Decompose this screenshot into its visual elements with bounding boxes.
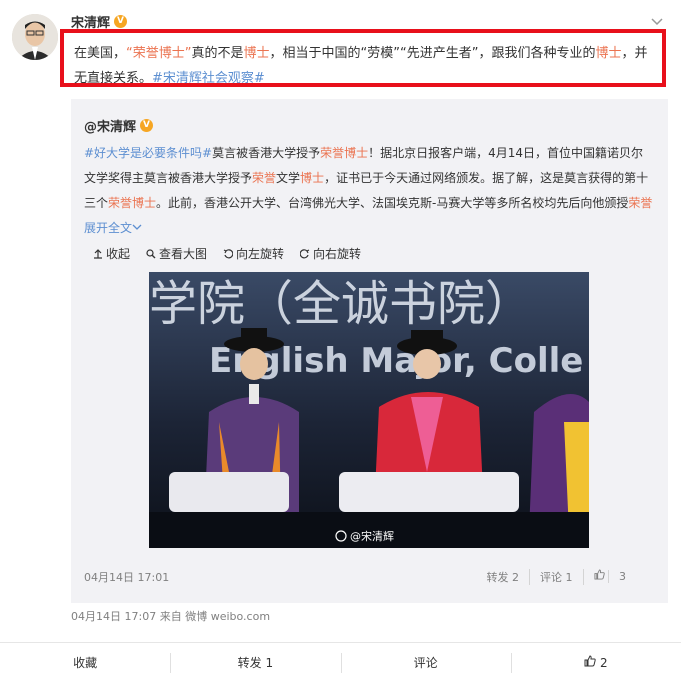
avatar-image — [12, 14, 58, 60]
hashtag-link[interactable]: #宋清辉社会观察# — [152, 71, 265, 86]
verified-badge-icon: V — [114, 15, 128, 28]
thumb-up-icon — [584, 655, 596, 667]
text-segment: 文学 — [276, 171, 301, 185]
arrow-up-icon — [94, 248, 102, 259]
view-large-image-button[interactable]: 查看大图 — [146, 245, 207, 262]
ceremony-photo: 学院（全诚书院） English Major, Colle @宋清辉 — [149, 272, 589, 548]
rotate-right-icon — [300, 248, 310, 258]
expand-label[interactable]: 展开全文 — [84, 221, 132, 235]
highlight-keyword[interactable]: 博士 — [595, 46, 621, 61]
highlight-keyword[interactable]: 荣誉 — [628, 196, 652, 210]
verified-badge-icon: V — [140, 119, 154, 132]
text-segment: 。此前，香港公开大学、台湾佛光大学、法国埃克斯-马赛大学等多所名校均先后向他颁授 — [156, 196, 629, 210]
like-button[interactable]: 2 — [510, 643, 681, 683]
quoted-actions: 转发 2 评论 1 3 — [477, 569, 647, 585]
highlight-keyword[interactable]: 荣誉博士 — [108, 196, 156, 210]
text-segment: 在美国， — [74, 46, 127, 61]
quoted-timestamp[interactable]: 04月14日 17:01 — [84, 569, 169, 585]
thumb-up-icon — [593, 569, 605, 580]
text-segment: ，相当于中国的“劳模”“先进产生者”，跟我们各种专业的 — [269, 46, 596, 61]
quoted-author[interactable]: @宋清辉 V — [84, 116, 154, 135]
favorite-label[interactable]: 收藏 — [73, 656, 97, 670]
view-large-label[interactable]: 查看大图 — [159, 245, 207, 262]
user-avatar[interactable] — [12, 14, 58, 60]
quoted-repost-button[interactable]: 转发 2 — [477, 569, 530, 585]
rotate-left-icon — [223, 248, 234, 258]
text-segment: 真的不是 — [191, 46, 244, 61]
rotate-right-label[interactable]: 向右旋转 — [313, 245, 361, 262]
quoted-text: #好大学是必要条件吗#莫言被香港大学授予荣誉博士！据北京日报客户端，4月14日，… — [84, 141, 654, 241]
post-photo[interactable]: 学院（全诚书院） English Major, Colle @宋清辉 — [149, 272, 589, 548]
image-toolbar: 收起 查看大图 向左旋转 向右旋转 — [93, 245, 361, 262]
highlight-keyword[interactable]: 荣誉 — [252, 171, 276, 185]
quoted-author-name[interactable]: @宋清辉 — [84, 116, 136, 135]
collapse-button[interactable]: 收起 — [93, 245, 130, 262]
search-icon — [146, 248, 156, 258]
rotate-left-label[interactable]: 向左旋转 — [236, 245, 284, 262]
source-prefix: 来自 — [159, 610, 182, 623]
highlight-keyword[interactable]: “荣誉博士” — [126, 46, 191, 61]
rotate-left-button[interactable]: 向左旋转 — [223, 245, 284, 262]
post-timestamp[interactable]: 04月14日 17:07 — [71, 610, 156, 623]
highlight-keyword[interactable]: 博士 — [244, 46, 270, 61]
rotate-right-button[interactable]: 向右旋转 — [300, 245, 361, 262]
expand-full-text-link[interactable]: 展开全文 — [84, 221, 142, 235]
chevron-down-icon[interactable] — [650, 14, 664, 28]
like-count[interactable]: 2 — [600, 656, 608, 670]
favorite-button[interactable]: 收藏 — [0, 643, 170, 683]
collapse-label[interactable]: 收起 — [106, 245, 130, 262]
post-meta: 04月14日 17:07 来自 微博 weibo.com — [71, 608, 270, 624]
highlight-keyword[interactable]: 荣誉博士 — [320, 146, 368, 160]
quoted-comment-button[interactable]: 评论 1 — [529, 569, 583, 585]
hashtag-link[interactable]: #好大学是必要条件吗# — [84, 146, 212, 160]
watermark-text: @宋清辉 — [350, 529, 394, 543]
source-link[interactable]: 微博 weibo.com — [185, 610, 270, 623]
quoted-like-button[interactable]: 3 — [582, 569, 647, 585]
comment-label[interactable]: 评论 — [414, 656, 438, 670]
comment-button[interactable]: 评论 — [340, 643, 511, 683]
repost-button[interactable]: 转发 1 — [170, 643, 340, 683]
banner-text: 学院（全诚书院） — [149, 276, 533, 332]
bottom-action-bar: 收藏 转发 1 评论 2 — [0, 642, 681, 683]
post-text: 在美国，“荣誉博士”真的不是博士，相当于中国的“劳模”“先进产生者”，跟我们各种… — [60, 29, 666, 87]
text-segment: 莫言被香港大学授予 — [212, 146, 321, 160]
quoted-post: @宋清辉 V #好大学是必要条件吗#莫言被香港大学授予荣誉博士！据北京日报客户端… — [71, 99, 668, 603]
chevron-down-icon — [132, 224, 142, 230]
quoted-like-count[interactable]: 3 — [608, 570, 636, 583]
repost-label[interactable]: 转发 1 — [238, 656, 273, 670]
highlight-keyword[interactable]: 博士 — [300, 171, 324, 185]
